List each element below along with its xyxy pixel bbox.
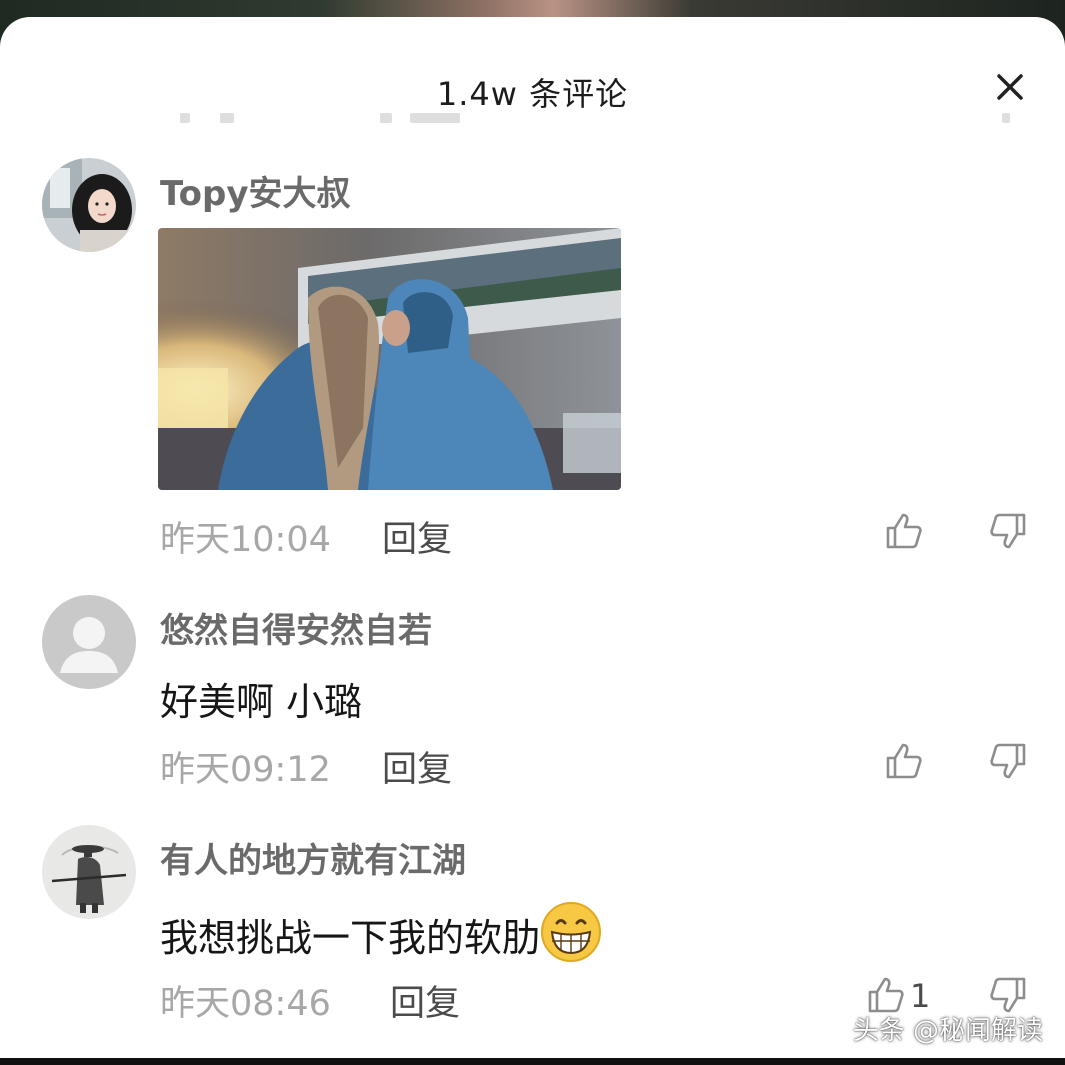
comments-count-title: 1.4w 条评论 <box>436 75 629 113</box>
thumbs-up-icon <box>886 513 922 549</box>
close-icon <box>997 74 1023 100</box>
thumbs-up-icon <box>886 743 922 779</box>
comment-username[interactable]: 悠然自得安然自若 <box>160 603 432 652</box>
comment-timestamp: 昨天09:12 <box>160 750 331 790</box>
comment-image[interactable] <box>158 228 621 490</box>
watermark-text: 头条 @秘闻解读 <box>852 1016 1043 1046</box>
scrolled-comment-remnant <box>160 113 1020 127</box>
like-button[interactable] <box>866 975 906 1015</box>
comments-sheet: 1.4w 条评论 Topy安大叔 昨天10:04 回复 悠然自得安然自若 好美啊… <box>0 17 1065 1065</box>
reply-button[interactable]: 回复 <box>390 975 460 1026</box>
comment-text: 好美啊 小璐 <box>160 680 363 724</box>
reply-button[interactable]: 回复 <box>382 511 452 562</box>
dislike-button[interactable] <box>988 741 1028 781</box>
bottom-edge <box>0 1058 1065 1065</box>
avatar-photo-icon <box>42 158 136 252</box>
user-avatar[interactable] <box>42 825 136 919</box>
reply-button[interactable]: 回复 <box>382 741 452 792</box>
comment-username[interactable]: 有人的地方就有江湖 <box>160 833 466 882</box>
thumbs-down-icon <box>990 977 1026 1013</box>
close-button[interactable] <box>990 67 1030 107</box>
comment-photo-image <box>158 228 621 490</box>
comment-username[interactable]: Topy安大叔 <box>160 166 351 215</box>
comment-text: 我想挑战一下我的软肋 <box>160 901 602 963</box>
like-button[interactable] <box>884 741 924 781</box>
user-avatar[interactable] <box>42 595 136 689</box>
comment-text-content: 我想挑战一下我的软肋 <box>160 916 541 960</box>
thumbs-down-icon <box>990 513 1026 549</box>
dislike-button[interactable] <box>988 511 1028 551</box>
comment-timestamp: 昨天08:46 <box>160 984 331 1024</box>
dislike-button[interactable] <box>988 975 1028 1015</box>
user-avatar[interactable] <box>42 158 136 252</box>
default-avatar-icon <box>42 595 136 689</box>
grinning-face-emoji-icon <box>541 902 602 962</box>
comment-timestamp: 昨天10:04 <box>160 520 331 560</box>
thumbs-down-icon <box>990 743 1026 779</box>
thumbs-up-icon <box>868 977 904 1013</box>
ink-painting-avatar-icon <box>42 825 136 919</box>
like-button[interactable] <box>884 511 924 551</box>
